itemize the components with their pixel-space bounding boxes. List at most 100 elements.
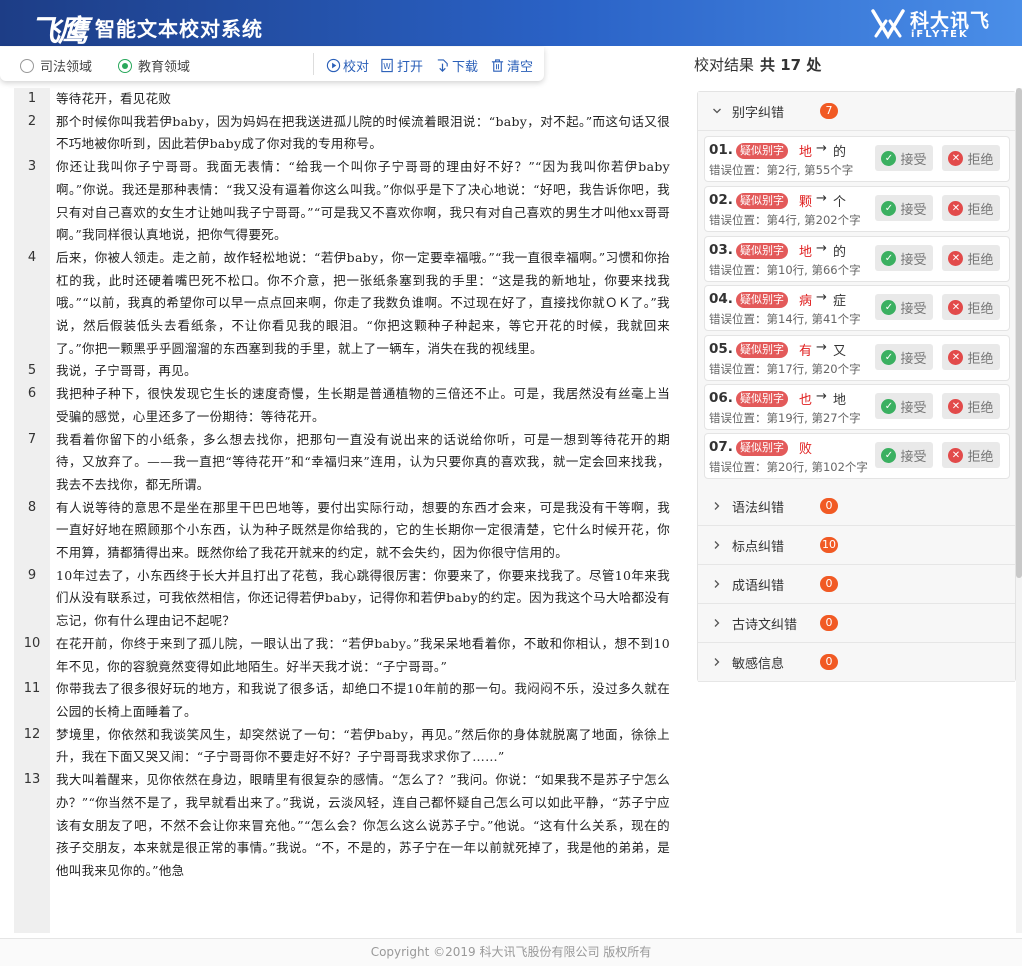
accept-button[interactable]: ✓ 接受 — [875, 145, 933, 171]
arrow-icon: → — [816, 141, 827, 156]
suspected-typo-tag: 疑似别字 — [736, 143, 788, 159]
close-icon: ✕ — [948, 349, 964, 365]
line-number: 1 — [27, 91, 37, 106]
category-header[interactable]: 敏感信息 0 — [698, 643, 1015, 682]
category-header[interactable]: 古诗文纠错 0 — [698, 604, 1015, 643]
reject-button[interactable]: ✕ 拒绝 — [942, 195, 1000, 221]
arrow-icon: → — [816, 290, 827, 305]
document-text-area[interactable]: 1 等待花开，看见花败 2 那个时候你叫我若伊baby，因为妈妈在把我送进孤儿院的时候… — [14, 88, 674, 933]
category-header[interactable]: 标点纠错 10 — [698, 526, 1015, 565]
accept-label: 接受 — [900, 152, 927, 168]
suspected-typo-tag: 疑似别字 — [736, 193, 788, 209]
reject-button[interactable]: ✕ 拒绝 — [942, 442, 1000, 468]
suspected-typo-tag: 疑似别字 — [736, 440, 788, 456]
reject-label: 拒绝 — [967, 252, 994, 268]
reject-label: 拒绝 — [967, 301, 994, 317]
category-header[interactable]: 别字纠错 7 — [698, 92, 1015, 131]
download-button[interactable]: 下载 — [435, 56, 478, 75]
category-header[interactable]: 成语纠错 0 — [698, 565, 1015, 604]
error-location: 错误位置：第19行, 第27个字 — [709, 411, 861, 425]
line-text: 后来，你被人领走。走之前，故作轻松地说：“若伊baby，你一定要幸福哦。”“我一… — [56, 249, 670, 356]
open-button[interactable]: W 打开 — [380, 56, 423, 75]
arrow-icon: → — [816, 340, 827, 355]
correction-card[interactable]: 02. 疑似别字颗 → 个错误位置：第4行, 第202个字 ✓ 接受 ✕ 拒绝 — [704, 186, 1010, 232]
line-number: 11 — [23, 681, 41, 697]
chevron-right-icon — [714, 580, 720, 588]
accept-button[interactable]: ✓ 接受 — [875, 442, 933, 468]
download-label: 下载 — [452, 60, 479, 75]
correction-card[interactable]: 04. 疑似别字病 → 症错误位置：第14行, 第41个字 ✓ 接受 ✕ 拒绝 — [704, 285, 1010, 331]
app-logo: 飞鹰 — [30, 14, 88, 49]
category-count-badge: 0 — [820, 654, 838, 670]
svg-text:W: W — [383, 62, 391, 71]
wrong-char: 病 — [799, 294, 813, 309]
line-text: 有人说等待的意思不是坐在那里干巴巴地等，要付出实际行动，想要的东西才会来，可是我… — [56, 499, 670, 561]
reject-button[interactable]: ✕ 拒绝 — [942, 294, 1000, 320]
accept-button[interactable]: ✓ 接受 — [875, 344, 933, 370]
proofread-label: 校对 — [343, 60, 370, 75]
clear-button[interactable]: 清空 — [490, 56, 533, 75]
line-text: 我把种子种下，很快发现它生长的速度奇慢，生长期是普通植物的三倍还不止。可是，我居… — [56, 386, 670, 424]
correction-index: 04. — [709, 291, 733, 307]
category-name: 敏感信息 — [732, 656, 785, 672]
correction-card[interactable]: 05. 疑似别字有 → 又错误位置：第17行, 第20个字 ✓ 接受 ✕ 拒绝 — [704, 335, 1010, 381]
suggested-char: 的 — [833, 245, 847, 260]
close-icon: ✕ — [948, 447, 964, 463]
clear-label: 清空 — [507, 60, 534, 75]
line-number: 4 — [27, 249, 37, 265]
domain-label: 司法领域 — [40, 60, 93, 75]
arrow-icon: → — [816, 191, 827, 206]
check-icon: ✓ — [881, 349, 897, 365]
accept-button[interactable]: ✓ 接受 — [875, 245, 933, 271]
document-line: 13 我大叫着醒来，见你依然在身边，眼睛里有很复杂的感情。“怎么了？”我问。你说：… — [14, 769, 674, 883]
correction-card[interactable]: 01. 疑似别字地 → 的错误位置：第2行, 第55个字 ✓ 接受 ✕ 拒绝 — [704, 136, 1010, 182]
document-line: 4 后来，你被人领走。走之前，故作轻松地说：“若伊baby，你一定要幸福哦。”“我… — [14, 247, 674, 361]
accept-label: 接受 — [900, 400, 927, 416]
correction-card[interactable]: 07. 疑似别字败错误位置：第20行, 第102个字 ✓ 接受 ✕ 拒绝 — [704, 433, 1010, 479]
error-location: 错误位置：第4行, 第202个字 — [709, 213, 861, 227]
correction-index: 07. — [709, 439, 733, 455]
reject-label: 拒绝 — [967, 152, 994, 168]
accept-button[interactable]: ✓ 接受 — [875, 393, 933, 419]
category-header[interactable]: 语法纠错 0 — [698, 487, 1015, 526]
document-line: 5 我说，子宁哥哥，再见。 — [14, 360, 674, 383]
accept-button[interactable]: ✓ 接受 — [875, 294, 933, 320]
line-text: 10年过去了，小东西终于长大并且打出了花苞，我心跳得很厉害：你要来了，你要来找我… — [56, 567, 670, 629]
accept-label: 接受 — [900, 252, 927, 268]
document-line: 7 我看着你留下的小纸条，多么想去找你，把那句一直没有说出来的话说给你听，可是一想… — [14, 429, 674, 497]
app-title: 智能文本校对系统 — [95, 17, 263, 41]
document-line: 2 那个时候你叫我若伊baby，因为妈妈在把我送进孤儿院的时候流着眼泪说：“bab… — [14, 111, 674, 156]
category-count-badge: 0 — [820, 576, 838, 592]
chevron-right-icon — [714, 619, 720, 627]
reject-button[interactable]: ✕ 拒绝 — [942, 145, 1000, 171]
domain-radio-judicial[interactable]: 司法领域 — [20, 56, 92, 75]
domain-label: 教育领域 — [138, 60, 191, 75]
scrollbar-thumb[interactable] — [1016, 88, 1022, 578]
suggested-char: 地 — [833, 393, 847, 408]
line-text: 我看着你留下的小纸条，多么想去找你，把那句一直没有说出来的话说给你听，可是一想到… — [56, 431, 670, 492]
line-text: 等待花开，看见花败 — [56, 91, 172, 106]
line-number: 2 — [27, 113, 37, 129]
accept-button[interactable]: ✓ 接受 — [875, 195, 933, 221]
close-icon: ✕ — [948, 150, 964, 166]
reject-label: 拒绝 — [967, 400, 994, 416]
proofread-button[interactable]: 校对 — [326, 56, 369, 75]
arrow-icon: → — [816, 241, 827, 256]
document-line: 10 在花开前，你终于来到了孤儿院，一眼认出了我：“若伊baby。”我呆呆地看着你… — [14, 633, 674, 678]
reject-button[interactable]: ✕ 拒绝 — [942, 344, 1000, 370]
suspected-typo-tag: 疑似别字 — [736, 391, 788, 407]
correction-index: 05. — [709, 341, 733, 357]
correction-card[interactable]: 03. 疑似别字地 → 的错误位置：第10行, 第66个字 ✓ 接受 ✕ 拒绝 — [704, 236, 1010, 282]
document-line: 11 你带我去了很多很好玩的地方，和我说了很多话，却绝口不提10年前的那一句。我闷… — [14, 678, 674, 723]
suspected-typo-tag: 疑似别字 — [736, 292, 788, 308]
results-panel: 别字纠错 7 01. 疑似别字地 → 的错误位置：第2行, 第55个字 ✓ 接受 ✕ 拒绝 02. 疑… — [697, 91, 1016, 682]
reject-button[interactable]: ✕ 拒绝 — [942, 245, 1000, 271]
line-number: 8 — [27, 499, 37, 515]
error-location: 错误位置：第17行, 第20个字 — [709, 362, 861, 376]
category-count-badge: 0 — [820, 498, 838, 514]
reject-button[interactable]: ✕ 拒绝 — [942, 393, 1000, 419]
error-location: 错误位置：第2行, 第55个字 — [709, 163, 854, 177]
correction-card[interactable]: 06. 疑似别字也 → 地错误位置：第19行, 第27个字 ✓ 接受 ✕ 拒绝 — [704, 384, 1010, 430]
domain-radio-education[interactable]: 教育领域 — [118, 56, 190, 75]
check-icon: ✓ — [881, 150, 897, 166]
